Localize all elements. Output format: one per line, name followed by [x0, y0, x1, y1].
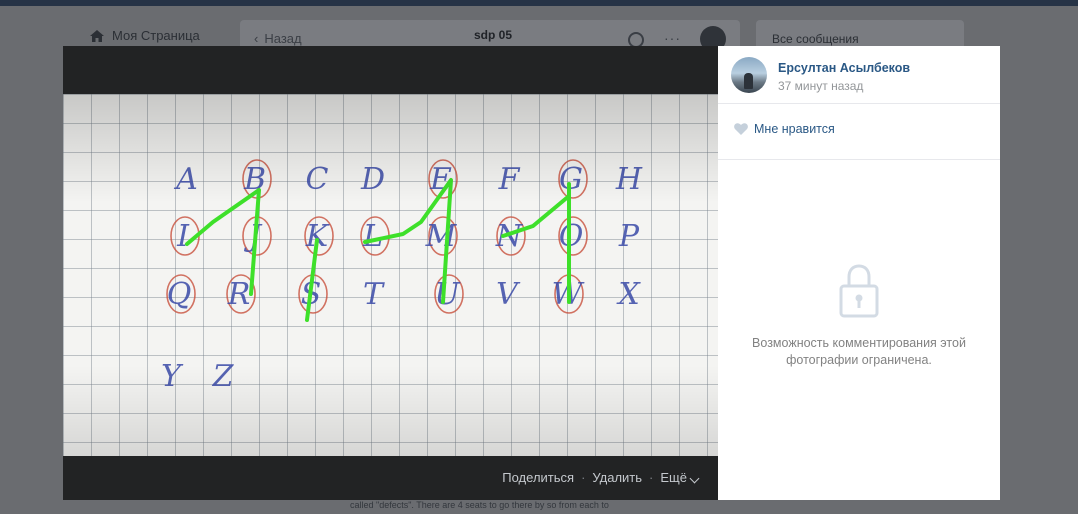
- photo-info-panel: Ерсултан Асылбеков 37 минут назад Мне нр…: [718, 46, 1000, 500]
- more-icon[interactable]: ···: [664, 30, 681, 46]
- home-icon: [90, 29, 104, 42]
- chevron-left-icon: ‹: [254, 31, 259, 46]
- divider: [718, 159, 1000, 160]
- author-block: Ерсултан Асылбеков 37 минут назад: [731, 57, 910, 93]
- more-button[interactable]: Ещё: [660, 470, 700, 485]
- message-text: called "defects". There are 4 seats to g…: [350, 500, 609, 510]
- sidebar-item-my-page[interactable]: Моя Страница: [90, 28, 200, 43]
- photo-pane: ABCDEFGHIJKLMNOPQRSTUVWXYZ Поделиться · …: [63, 46, 718, 500]
- author-name[interactable]: Ерсултан Асылбеков: [778, 61, 910, 75]
- post-time[interactable]: 37 минут назад: [778, 79, 910, 93]
- photo-viewer: ABCDEFGHIJKLMNOPQRSTUVWXYZ Поделиться · …: [63, 46, 1000, 500]
- photo-actions: Поделиться · Удалить · Ещё: [502, 470, 700, 485]
- avatar[interactable]: [731, 57, 767, 93]
- back-button[interactable]: ‹ Назад: [254, 31, 302, 46]
- chevron-down-icon: [689, 473, 700, 484]
- comments-restricted-text: Возможность комментирования этой фотогра…: [752, 336, 966, 367]
- delete-button[interactable]: Удалить: [592, 470, 642, 485]
- heart-icon: [734, 123, 748, 135]
- lock-icon: [839, 264, 879, 323]
- divider: [718, 103, 1000, 104]
- sidebar-item-label: Моя Страница: [112, 28, 200, 43]
- chat-title: sdp 05: [474, 28, 513, 42]
- photo-image[interactable]: ABCDEFGHIJKLMNOPQRSTUVWXYZ: [63, 94, 718, 456]
- like-button[interactable]: Мне нравится: [734, 122, 835, 136]
- share-button[interactable]: Поделиться: [502, 470, 574, 485]
